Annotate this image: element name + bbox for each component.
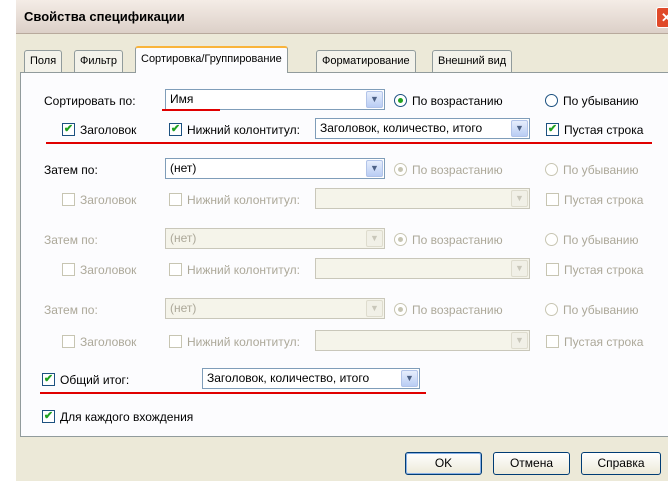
then-desc-radio-1[interactable]: [545, 163, 558, 176]
sort-field-value: Имя: [170, 92, 194, 106]
chevron-down-icon[interactable]: ▼: [401, 370, 418, 387]
sort-asc-label: По возрастанию: [412, 94, 503, 108]
chevron-down-icon[interactable]: ▼: [511, 120, 528, 137]
then-blank-label-3: Пустая строка: [564, 335, 644, 349]
then-header-checkbox-1[interactable]: [62, 193, 75, 206]
chevron-down-icon[interactable]: ▼: [366, 230, 383, 247]
then-by-value-3: (нет): [170, 301, 197, 315]
then-asc-radio-2[interactable]: [394, 233, 407, 246]
chevron-down-icon[interactable]: ▼: [511, 190, 528, 207]
each-instance-checkbox[interactable]: ✔: [42, 410, 55, 423]
then-desc-radio-3[interactable]: [545, 303, 558, 316]
chevron-down-icon[interactable]: ▼: [366, 91, 383, 108]
sort-blank-label: Пустая строка: [564, 123, 644, 137]
check-icon: ✔: [547, 123, 558, 135]
then-blank-checkbox-2[interactable]: [546, 263, 559, 276]
then-blank-label-1: Пустая строка: [564, 193, 644, 207]
then-desc-label-3: По убыванию: [563, 303, 639, 317]
then-header-label-3: Заголовок: [80, 335, 137, 349]
then-by-value-1: (нет): [170, 161, 197, 175]
sort-desc-radio[interactable]: [545, 94, 558, 107]
then-asc-label-3: По возрастанию: [412, 303, 503, 317]
panel-content: Сортировать по: Имя ▼ По возрастанию По …: [0, 0, 668, 481]
then-by-value-2: (нет): [170, 231, 197, 245]
then-footer-checkbox-1[interactable]: [169, 193, 182, 206]
then-desc-label-1: По убыванию: [563, 163, 639, 177]
then-blank-label-2: Пустая строка: [564, 263, 644, 277]
grand-total-checkbox[interactable]: ✔: [42, 373, 55, 386]
annotation-underline: [40, 392, 426, 394]
check-icon: ✔: [170, 123, 181, 135]
then-footer-select-1[interactable]: ▼: [315, 188, 530, 209]
check-icon: ✔: [63, 123, 74, 135]
then-header-label-2: Заголовок: [80, 263, 137, 277]
then-footer-label-1: Нижний колонтитул:: [187, 193, 300, 207]
then-header-checkbox-2[interactable]: [62, 263, 75, 276]
then-header-label-1: Заголовок: [80, 193, 137, 207]
then-blank-checkbox-1[interactable]: [546, 193, 559, 206]
sort-blank-checkbox[interactable]: ✔: [546, 123, 559, 136]
then-by-select-3[interactable]: (нет) ▼: [165, 298, 385, 319]
then-footer-label-2: Нижний колонтитул:: [187, 263, 300, 277]
then-asc-radio-1[interactable]: [394, 163, 407, 176]
sort-footer-label: Нижний колонтитул:: [187, 123, 300, 137]
check-icon: ✔: [43, 373, 54, 385]
then-footer-checkbox-3[interactable]: [169, 335, 182, 348]
sort-footer-select[interactable]: Заголовок, количество, итого ▼: [315, 118, 530, 139]
sort-footer-value: Заголовок, количество, итого: [320, 121, 483, 135]
then-by-label-1: Затем по:: [44, 163, 98, 177]
grand-total-label: Общий итог:: [60, 373, 130, 387]
then-footer-select-3[interactable]: ▼: [315, 330, 530, 351]
sort-header-checkbox[interactable]: ✔: [62, 123, 75, 136]
then-by-label-3: Затем по:: [44, 303, 98, 317]
check-icon: ✔: [43, 410, 54, 422]
annotation-underline: [162, 109, 220, 111]
each-instance-label: Для каждого вхождения: [60, 410, 194, 424]
sort-desc-label: По убыванию: [563, 94, 639, 108]
annotation-underline: [46, 142, 652, 144]
then-footer-checkbox-2[interactable]: [169, 263, 182, 276]
then-asc-label-2: По возрастанию: [412, 233, 503, 247]
chevron-down-icon[interactable]: ▼: [511, 260, 528, 277]
grand-total-select[interactable]: Заголовок, количество, итого ▼: [202, 368, 420, 389]
then-desc-radio-2[interactable]: [545, 233, 558, 246]
chevron-down-icon[interactable]: ▼: [366, 300, 383, 317]
then-desc-label-2: По убыванию: [563, 233, 639, 247]
chevron-down-icon[interactable]: ▼: [511, 332, 528, 349]
then-header-checkbox-3[interactable]: [62, 335, 75, 348]
then-footer-label-3: Нижний колонтитул:: [187, 335, 300, 349]
sort-asc-radio[interactable]: [394, 94, 407, 107]
then-asc-label-1: По возрастанию: [412, 163, 503, 177]
sort-header-label: Заголовок: [80, 123, 137, 137]
then-asc-radio-3[interactable]: [394, 303, 407, 316]
then-by-label-2: Затем по:: [44, 233, 98, 247]
sort-footer-checkbox[interactable]: ✔: [169, 123, 182, 136]
then-footer-select-2[interactable]: ▼: [315, 258, 530, 279]
then-by-select-1[interactable]: (нет) ▼: [165, 158, 385, 179]
then-by-select-2[interactable]: (нет) ▼: [165, 228, 385, 249]
then-blank-checkbox-3[interactable]: [546, 335, 559, 348]
grand-total-value: Заголовок, количество, итого: [207, 371, 370, 385]
chevron-down-icon[interactable]: ▼: [366, 160, 383, 177]
sort-by-label: Сортировать по:: [44, 94, 136, 108]
sort-field-select[interactable]: Имя ▼: [165, 89, 385, 110]
